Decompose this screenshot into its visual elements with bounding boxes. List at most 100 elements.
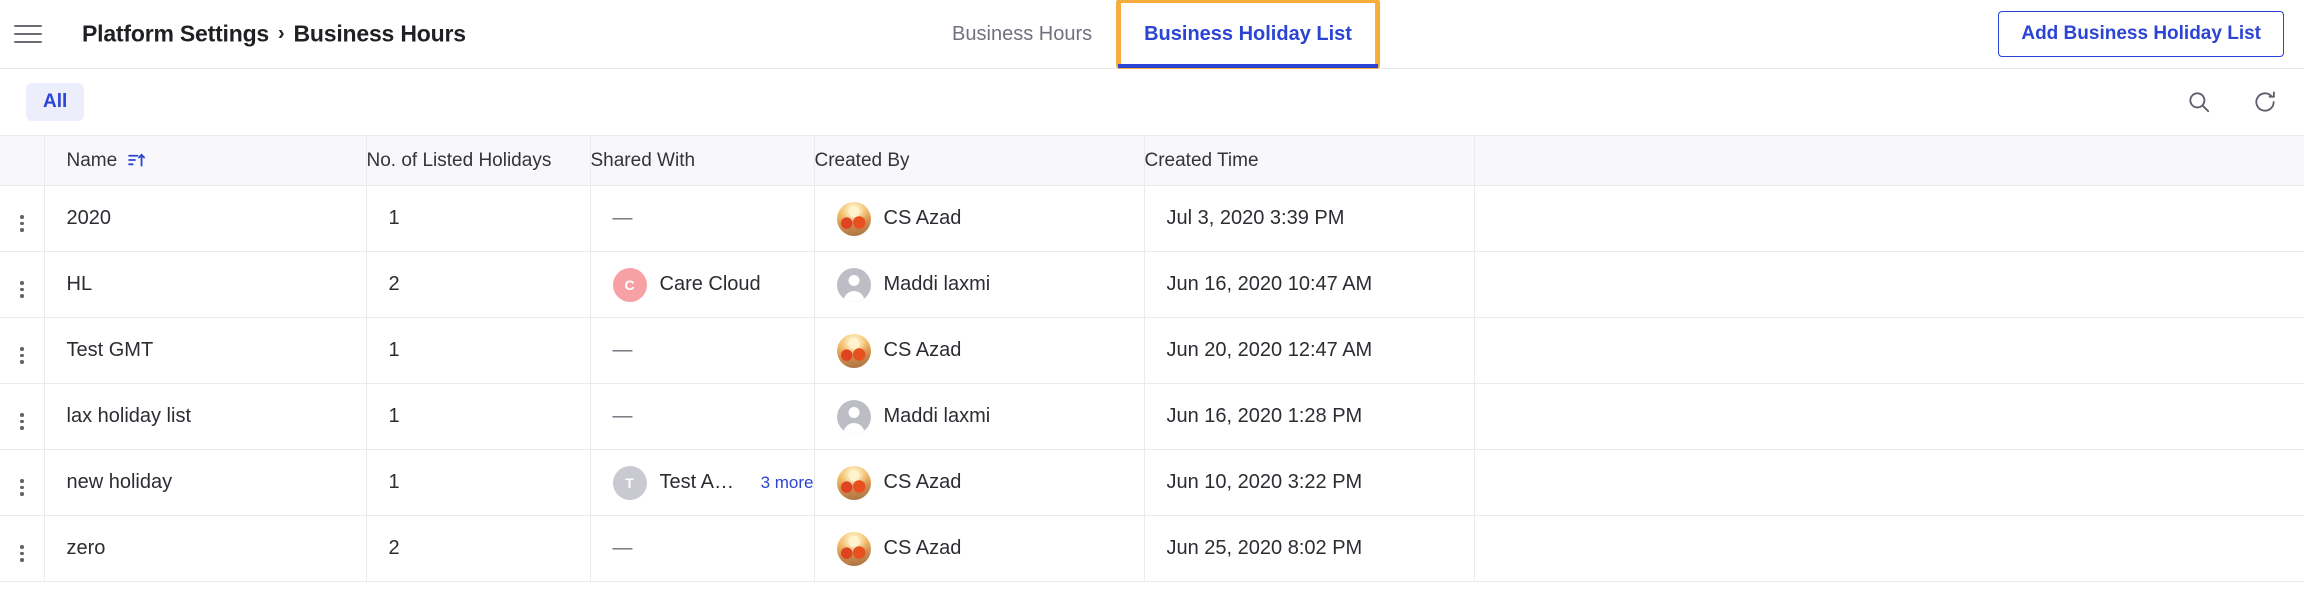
avatar	[836, 201, 871, 236]
cell-created-time: Jun 16, 2020 1:28 PM	[1144, 383, 1475, 450]
user[interactable]: CS Azad	[836, 201, 1144, 236]
cell-spacer	[1474, 383, 2304, 450]
avatar	[836, 333, 871, 368]
cell-no-of-listed-holidays: 1	[366, 317, 591, 384]
table-body: 2020 1— CS Azad Jul 3, 2020 3:39 PM HL 2 C Care…	[0, 185, 2304, 582]
row-menu-cell	[0, 251, 45, 318]
cell-name[interactable]: 2020	[44, 185, 367, 252]
table-row[interactable]: HL 2 C Care Cloud Maddi laxmi Jun 16, 2020 10…	[0, 251, 2304, 318]
sort-ascending-icon[interactable]	[127, 151, 146, 170]
shared-entity[interactable]: T Test Audien… 3 more	[612, 465, 814, 500]
kebab-dot	[20, 492, 24, 496]
row-menu-cell	[0, 317, 45, 384]
tab-label: Business Holiday List	[1144, 22, 1352, 45]
cell-shared-with: —	[590, 383, 815, 450]
row-menu-cell	[0, 449, 45, 516]
kebab-dot	[20, 347, 24, 351]
row-menu-cell	[0, 515, 45, 582]
cell-shared-with: T Test Audien… 3 more	[590, 449, 815, 516]
table-header: Name No. of Listed Holidays Shared With …	[0, 135, 2304, 186]
column-header-label: Name	[66, 149, 118, 171]
user[interactable]: CS Azad	[836, 531, 1144, 566]
cell-created-by: Maddi laxmi	[814, 251, 1145, 318]
avatar: C	[612, 267, 647, 302]
cell-spacer	[1474, 449, 2304, 516]
cell-spacer	[1474, 185, 2304, 252]
cell-name[interactable]: zero	[44, 515, 367, 582]
kebab-dot	[20, 215, 24, 219]
table-row[interactable]: lax holiday list 1 — Maddi laxmi Jun 16, 202…	[0, 383, 2304, 450]
kebab-menu-icon[interactable]	[10, 211, 34, 236]
column-header-shared-with[interactable]: Shared With	[590, 135, 815, 186]
kebab-dot	[20, 360, 24, 364]
tab-business-holiday-list[interactable]: Business Holiday List	[1116, 0, 1380, 70]
table-row[interactable]: 2020 1 — CS Azad Jul 3, 2020 3:39 PM	[0, 185, 2304, 252]
hamburger-bar	[14, 25, 42, 27]
user-name: Maddi laxmi	[883, 405, 991, 427]
cell-created-time: Jun 16, 2020 10:47 AM	[1144, 251, 1475, 318]
table-row[interactable]: Test GMT 1 — CS Azad Jun 20, 2020 12:47 AM	[0, 317, 2304, 384]
avatar	[836, 267, 871, 302]
column-header-no-of-listed-holidays[interactable]: No. of Listed Holidays	[366, 135, 591, 186]
user-name: CS Azad	[883, 207, 962, 229]
table-row[interactable]: zero 2 — CS Azad Jun 25, 2020 8:02 PM	[0, 515, 2304, 582]
cell-shared-with: C Care Cloud	[590, 251, 815, 318]
breadcrumb-current: Business Hours	[293, 20, 466, 47]
cell-name[interactable]: lax holiday list	[44, 383, 367, 450]
search-icon[interactable]	[2184, 87, 2214, 117]
kebab-dot	[20, 419, 24, 423]
filter-chip-all[interactable]: All	[26, 83, 85, 121]
user-name: Maddi laxmi	[883, 273, 991, 295]
cell-spacer	[1474, 317, 2304, 384]
kebab-dot	[20, 413, 24, 417]
kebab-dot	[20, 287, 24, 291]
tab-business-hours[interactable]: Business Hours	[926, 0, 1118, 68]
kebab-dot	[20, 485, 24, 489]
shared-entity[interactable]: C Care Cloud	[612, 267, 814, 302]
shared-more-link[interactable]: 3 more	[761, 473, 814, 493]
empty-value: —	[612, 405, 633, 427]
empty-value: —	[612, 339, 633, 361]
shared-entity-name: Care Cloud	[659, 273, 761, 295]
add-business-holiday-list-button[interactable]: Add Business Holiday List	[1998, 11, 2284, 57]
row-menu-cell	[0, 383, 45, 450]
avatar	[836, 399, 871, 434]
kebab-dot	[20, 545, 24, 549]
cell-spacer	[1474, 515, 2304, 582]
user[interactable]: CS Azad	[836, 465, 1144, 500]
refresh-icon[interactable]	[2250, 87, 2280, 117]
breadcrumb-root[interactable]: Platform Settings	[82, 21, 269, 48]
kebab-menu-icon[interactable]	[10, 409, 34, 434]
cell-created-time: Jun 10, 2020 3:22 PM	[1144, 449, 1475, 516]
kebab-menu-icon[interactable]	[10, 475, 34, 500]
kebab-dot	[20, 426, 24, 430]
cell-name[interactable]: new holiday	[44, 449, 367, 516]
cell-name[interactable]: Test GMT	[44, 317, 367, 384]
column-header-name[interactable]: Name	[44, 135, 367, 186]
cell-created-by: Maddi laxmi	[814, 383, 1145, 450]
row-menu-cell	[0, 185, 45, 252]
kebab-menu-icon[interactable]	[10, 343, 34, 368]
table-row[interactable]: new holiday1 T Test Audien… 3 more CS Azad Ju…	[0, 449, 2304, 516]
kebab-menu-icon[interactable]	[10, 277, 34, 302]
empty-value: —	[612, 537, 633, 559]
table-header-row: Name No. of Listed Holidays Shared With …	[0, 135, 2304, 186]
column-header-created-by[interactable]: Created By	[814, 135, 1145, 186]
user[interactable]: CS Azad	[836, 333, 1144, 368]
cell-created-time: Jun 25, 2020 8:02 PM	[1144, 515, 1475, 582]
column-header-created-time[interactable]: Created Time	[1144, 135, 1475, 186]
avatar: T	[612, 465, 647, 500]
filter-actions	[2184, 87, 2280, 117]
kebab-dot	[20, 294, 24, 298]
cell-no-of-listed-holidays: 1	[366, 383, 591, 450]
kebab-menu-icon[interactable]	[10, 541, 34, 566]
cell-no-of-listed-holidays: 1	[366, 449, 591, 516]
tab-bar: Business Hours Business Holiday List	[926, 0, 1380, 70]
user[interactable]: Maddi laxmi	[836, 399, 1144, 434]
user[interactable]: Maddi laxmi	[836, 267, 1144, 302]
cell-name[interactable]: HL	[44, 251, 367, 318]
hamburger-menu-icon[interactable]	[14, 21, 48, 47]
kebab-dot	[20, 281, 24, 285]
cell-created-by: CS Azad	[814, 317, 1145, 384]
avatar	[836, 531, 871, 566]
